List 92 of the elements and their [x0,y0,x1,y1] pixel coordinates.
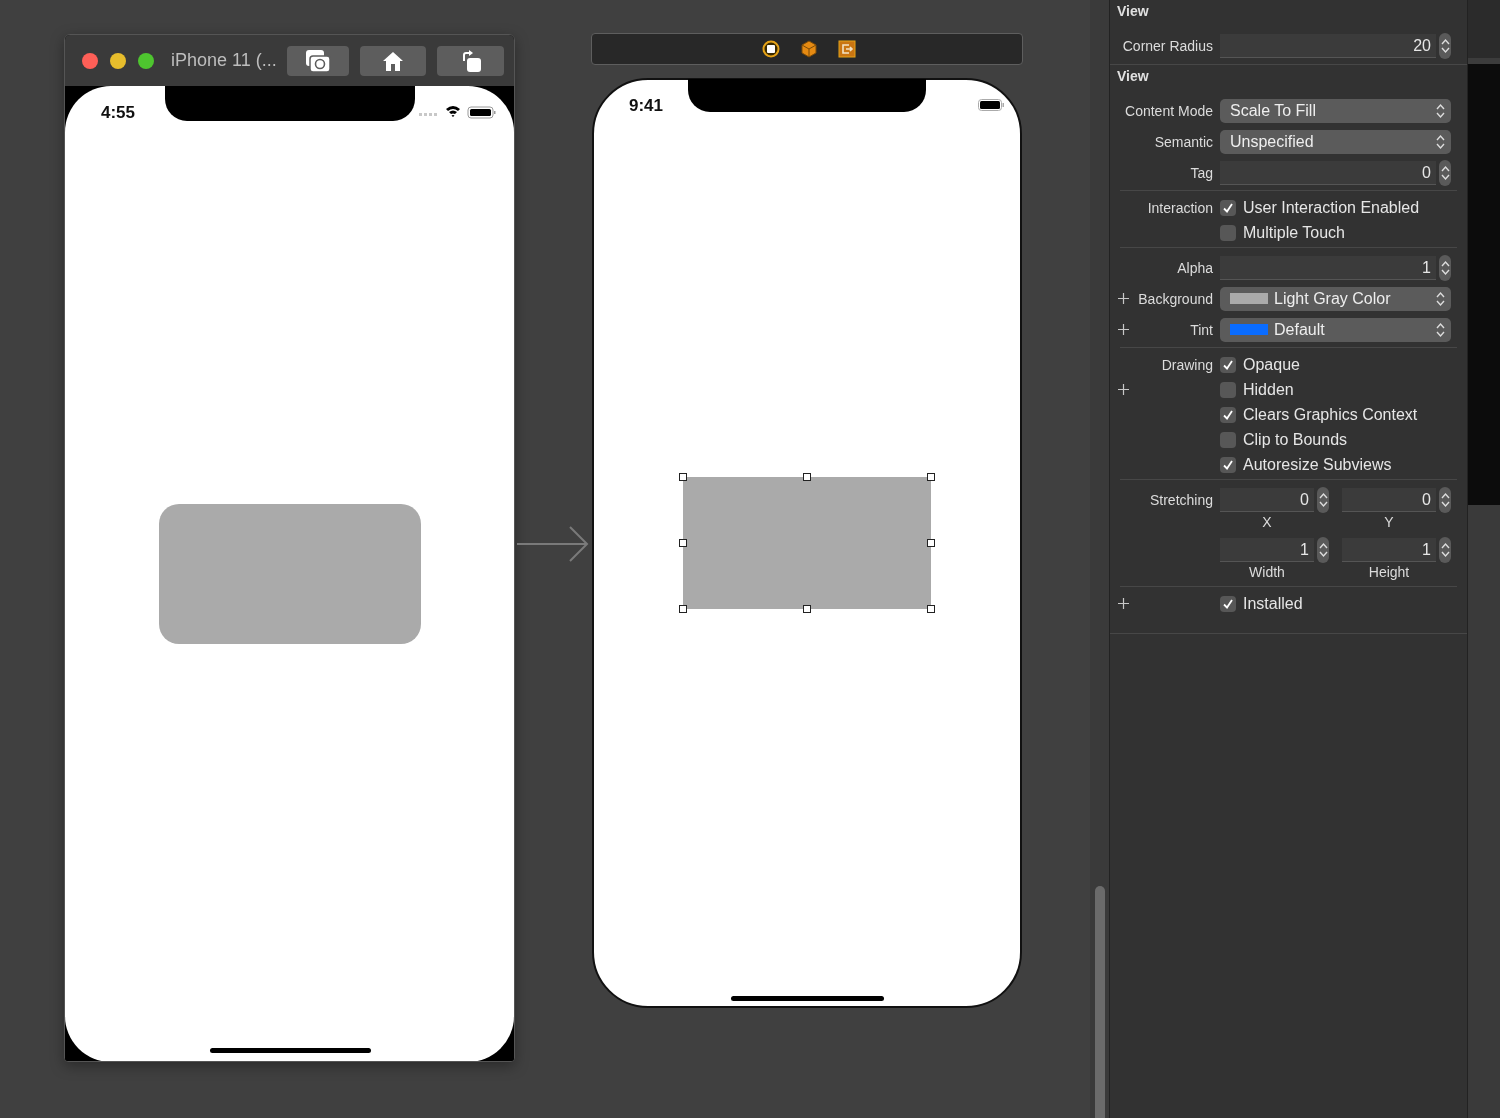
number-field[interactable]: 1 [1220,255,1436,280]
cube-icon[interactable] [801,40,817,58]
field-label: Semantic [1154,133,1213,150]
popup-menu[interactable]: Unspecified [1220,129,1451,154]
exit-icon[interactable] [838,40,856,58]
home-button[interactable] [360,46,426,76]
popup-menu[interactable]: Default [1220,317,1451,342]
field-caption: Width [1248,564,1286,580]
plus-icon[interactable] [1118,384,1129,395]
rotate-button[interactable] [437,46,504,76]
stepper[interactable] [1317,537,1329,563]
up-down-chevron-icon [1436,290,1445,307]
up-down-chevron-icon [1436,133,1445,150]
up-down-chevron-icon [1318,542,1328,558]
stepper[interactable] [1439,537,1451,563]
up-down-chevron-icon [1436,321,1445,338]
section-title: View [1116,2,1150,21]
checkbox[interactable] [1220,199,1236,216]
checkbox-label: Clears Graphics Context [1243,405,1418,424]
number-field[interactable]: 0 [1220,160,1436,185]
field-label: Alpha [1177,259,1213,276]
field-label: Content Mode [1125,102,1213,119]
status-time: 9:41 [629,96,664,116]
resize-handle[interactable] [927,605,935,613]
field-caption: Height [1367,564,1411,580]
checkbox-label: Installed [1243,594,1303,613]
window-title: iPhone 11 (... [171,50,277,71]
status-time: 4:55 [101,103,136,123]
plus-icon[interactable] [1118,598,1129,609]
plus-icon[interactable] [1118,293,1129,304]
section-title: View [1116,67,1150,86]
stepper[interactable] [1439,32,1451,59]
stepper[interactable] [1439,254,1451,281]
field-label: Drawing [1161,356,1213,373]
scrollbar-thumb[interactable] [1095,886,1105,1118]
checkbox[interactable] [1220,431,1236,448]
up-down-chevron-icon [1440,259,1450,276]
checkbox[interactable] [1220,456,1236,473]
resize-handle[interactable] [803,473,811,481]
stepper[interactable] [1317,487,1329,513]
checkbox[interactable] [1220,381,1236,398]
up-down-chevron-icon [1440,542,1450,558]
up-down-chevron-icon [1440,492,1450,508]
checkmark-icon [1222,597,1234,610]
popup-menu[interactable]: Scale To Fill [1220,98,1451,123]
checkbox[interactable] [1220,406,1236,423]
checkmark-icon [1222,201,1234,214]
field-label: Background [1138,290,1213,307]
checkbox-label: Autoresize Subviews [1243,455,1392,474]
up-down-chevron-icon [1440,164,1450,181]
window-controls-icon[interactable] [82,53,154,69]
battery-icon [978,99,1004,111]
camera-icon [305,49,331,73]
checkbox-label: Opaque [1243,355,1300,374]
resize-handle[interactable] [927,539,935,547]
plus-icon[interactable] [1118,324,1129,335]
resize-handle[interactable] [679,539,687,547]
number-field[interactable]: 0 [1220,488,1314,512]
field-label: Interaction [1147,199,1213,216]
popup-menu[interactable]: Light Gray Color [1220,286,1451,311]
checkbox-label: Multiple Touch [1243,223,1345,242]
resize-handle[interactable] [679,605,687,613]
house-icon [381,50,405,72]
checkmark-icon [1222,358,1234,371]
checkmark-icon [1222,458,1234,471]
resize-handle[interactable] [803,605,811,613]
number-field[interactable]: 20 [1220,33,1436,58]
number-field[interactable]: 0 [1342,488,1436,512]
checkmark-icon [1222,408,1234,421]
screenshot-button[interactable] [287,46,349,76]
number-field[interactable]: 1 [1342,538,1436,562]
checkbox[interactable] [1220,356,1236,373]
field-caption: X [1261,514,1273,530]
up-down-chevron-icon [1318,492,1328,508]
field-label: Stretching [1149,492,1213,508]
stepper[interactable] [1439,159,1451,186]
stepper[interactable] [1439,487,1451,513]
up-down-chevron-icon [1440,37,1450,54]
resize-handle[interactable] [927,473,935,481]
field-label: Tag [1190,164,1213,181]
field-caption: Y [1383,514,1395,530]
checkbox-label: Clip to Bounds [1243,430,1348,449]
square-in-circle-icon[interactable] [762,40,780,58]
checkbox[interactable] [1220,224,1236,241]
checkbox-label: User Interaction Enabled [1243,198,1420,217]
checkbox-label: Hidden [1243,380,1294,399]
checkbox[interactable] [1220,595,1236,612]
resize-handle[interactable] [679,473,687,481]
up-down-chevron-icon [1436,102,1445,119]
field-label: Corner Radius [1122,37,1213,54]
field-label: Tint [1190,321,1213,338]
number-field[interactable]: 1 [1220,538,1314,562]
